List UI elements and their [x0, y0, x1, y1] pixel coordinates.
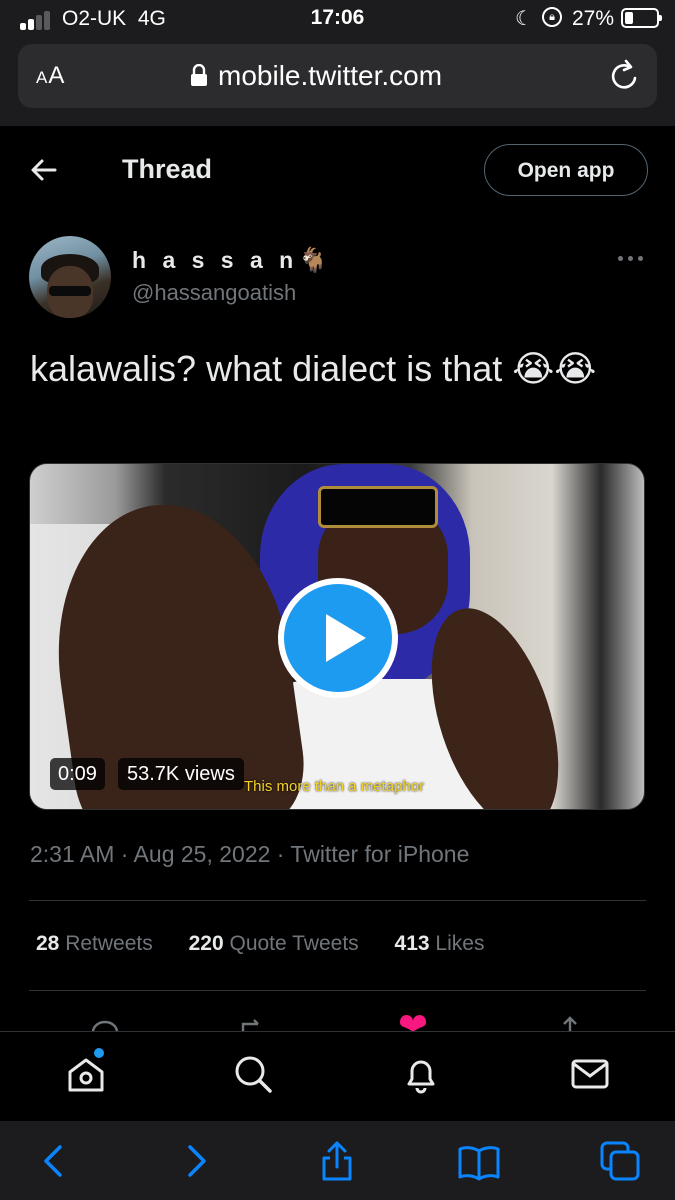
divider: [29, 990, 646, 991]
retweet-icon[interactable]: [240, 1014, 270, 1032]
open-app-button[interactable]: Open app: [484, 144, 648, 196]
likes-stat[interactable]: 413 Likes: [395, 932, 485, 955]
page-title: Thread: [122, 154, 213, 184]
page-header: Thread Open app: [0, 126, 675, 216]
forward-icon[interactable]: [174, 1139, 218, 1183]
browser-toolbar: [0, 1121, 675, 1200]
share-icon[interactable]: [315, 1139, 359, 1183]
reload-icon[interactable]: [609, 58, 641, 94]
tabs-icon[interactable]: [598, 1139, 642, 1183]
tweet-stats: 28 Retweets 220 Quote Tweets 413 Likes: [36, 932, 514, 956]
share-tweet-icon[interactable]: [555, 1014, 585, 1032]
user-handle[interactable]: @hassangoatish: [132, 280, 296, 306]
notification-dot: [94, 1048, 104, 1058]
messages-icon[interactable]: [568, 1052, 612, 1096]
battery-level: [625, 12, 633, 24]
home-icon[interactable]: [64, 1048, 108, 1096]
browser-address-bar: AA mobile.twitter.com: [0, 38, 675, 126]
url-field[interactable]: AA mobile.twitter.com: [18, 44, 657, 108]
reply-icon[interactable]: [90, 1014, 120, 1032]
video-caption: This more than a metaphor: [244, 778, 425, 795]
url-text[interactable]: mobile.twitter.com: [191, 60, 442, 92]
video-duration: 0:09: [50, 758, 105, 790]
goat-emoji: 🐐: [298, 247, 329, 274]
notifications-icon[interactable]: [399, 1052, 443, 1096]
like-icon[interactable]: [398, 1014, 428, 1032]
video-player[interactable]: 0:09 53.7K views This more than a metaph…: [29, 463, 645, 810]
play-button-icon[interactable]: [278, 578, 398, 698]
divider: [29, 900, 646, 901]
padlock-icon: [191, 64, 207, 86]
text-size-button[interactable]: AA: [36, 62, 65, 90]
bottom-nav: [0, 1031, 675, 1122]
more-options-icon[interactable]: [618, 256, 646, 264]
tweet-timestamp[interactable]: 2:31 AM · Aug 25, 2022 · Twitter for iPh…: [30, 841, 469, 868]
back-icon[interactable]: [32, 1139, 76, 1183]
moon-icon: ☾: [515, 8, 533, 30]
battery-percent: 27%: [572, 7, 615, 30]
battery-icon: [621, 8, 662, 28]
quote-tweets-stat[interactable]: 220 Quote Tweets: [189, 932, 359, 955]
back-arrow-icon[interactable]: [30, 156, 58, 184]
bookmarks-icon[interactable]: [457, 1139, 501, 1183]
status-bar: O2-UK 4G 17:06 ☾ 🔒︎ 27%: [0, 0, 675, 38]
avatar[interactable]: [29, 236, 111, 318]
retweets-stat[interactable]: 28 Retweets: [36, 932, 153, 955]
search-icon[interactable]: [231, 1052, 275, 1096]
tweet-text: kalawalis? what dialect is that 😭😭: [30, 348, 597, 389]
video-views: 53.7K views: [118, 758, 244, 790]
display-name[interactable]: h a s s a n🐐: [132, 246, 328, 275]
orientation-lock-icon: 🔒︎: [542, 7, 562, 27]
